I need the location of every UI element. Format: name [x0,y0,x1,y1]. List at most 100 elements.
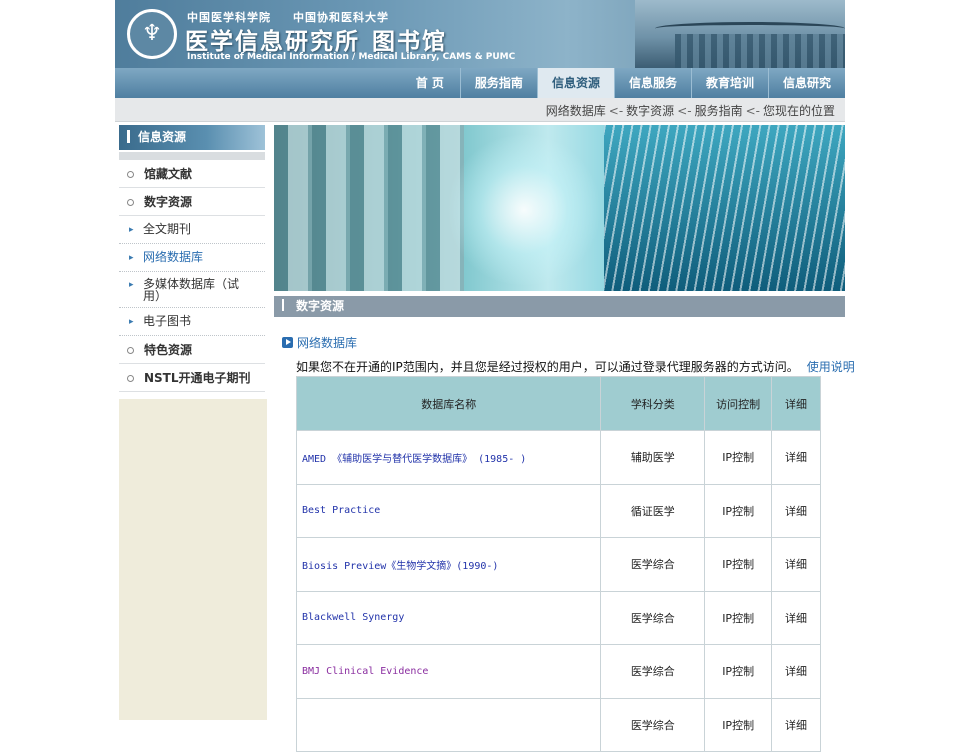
chevron-right-icon: ▸ [129,225,134,235]
nav-service-guide[interactable]: 服务指南 [459,68,537,98]
sidebar-title: 信息资源 [119,125,265,150]
nav-info-services[interactable]: 信息服务 [613,68,691,98]
table-row: 医学综合 IP控制 详细 [295,697,821,752]
database-link[interactable]: Blackwell Synergy [302,612,404,623]
database-name-cell: Best Practice [295,483,602,538]
sidebar-filler [119,399,267,720]
sidebar-item-special-resources[interactable]: 特色资源 [119,336,265,364]
circle-bullet-icon [127,171,134,178]
sidebar-item-label: 全文期刊 [143,222,192,236]
subject-cell: 医学综合 [600,537,706,592]
sidebar-item-label: 特色资源 [144,343,193,357]
database-link[interactable]: Best Practice [302,505,380,516]
nav-education-training[interactable]: 教育培训 [690,68,768,98]
column-header-access: 访问控制 [704,376,773,431]
access-cell: IP控制 [704,697,773,752]
detail-link[interactable]: 详细 [771,697,821,752]
database-table: 数据库名称 学科分类 访问控制 详细 AMED 《辅助医学与替代医学数据库》 (… [295,376,821,752]
nav-info-research[interactable]: 信息研究 [767,68,845,98]
table-row: Biosis Preview《生物学文摘》(1990-) 医学综合 IP控制 详… [295,537,821,592]
nav-items: 首 页 服务指南 信息资源 信息服务 教育培训 信息研究 [400,68,845,98]
breadcrumb-bar: 网络数据库 <- 数字资源 <- 服务指南 <- 您现在的位置 [115,98,845,122]
breadcrumb-service-guide[interactable]: 服务指南 [695,104,743,118]
database-name-cell: AMED 《辅助医学与替代医学数据库》 (1985- ) [295,430,602,485]
pagoda-image [635,0,845,68]
sidebar-divider [119,152,265,160]
sidebar-item-label: 电子图书 [143,314,192,328]
binary-code-graphic [604,125,845,291]
sidebar-item-label: 多媒体数据库（试用） [143,277,240,303]
access-cell: IP控制 [704,644,773,699]
database-link[interactable]: AMED 《辅助医学与替代医学数据库》 (1985- ) [302,454,526,465]
detail-link[interactable]: 详细 [771,483,821,538]
column-header-detail: 详细 [771,376,821,431]
subsection-heading: 网络数据库 [282,334,357,351]
sidebar: 信息资源 馆藏文献 数字资源 ▸ 全文期刊 ▸ 网络数据库 ▸ 多媒体数据库（试用） … [119,125,265,392]
detail-link[interactable]: 详细 [771,537,821,592]
hero-image [274,125,845,291]
notice-text: 如果您不在开通的IP范围内，并且您是经过授权的用户，可以通过登录代理服务器的方式… [296,360,799,374]
subject-cell: 辅助医学 [600,430,706,485]
table-row: Best Practice 循证医学 IP控制 详细 [295,483,821,538]
section-header: 数字资源 [274,296,845,317]
nav-home[interactable]: 首 页 [400,68,460,98]
chevron-right-icon: ▸ [129,280,134,290]
breadcrumb-separator: <- [745,104,760,118]
help-link[interactable]: 使用说明 [807,360,855,374]
detail-link[interactable]: 详细 [771,430,821,485]
breadcrumb-current-location: 您现在的位置 [762,104,835,118]
dna-glow-graphic [444,135,604,285]
access-cell: IP控制 [704,483,773,538]
server-racks-graphic [274,125,464,291]
access-cell: IP控制 [704,590,773,645]
subject-cell: 循证医学 [600,483,706,538]
database-name-cell: Biosis Preview《生物学文摘》(1990-) [295,537,602,592]
access-notice: 如果您不在开通的IP范围内，并且您是经过授权的用户，可以通过登录代理服务器的方式… [296,358,855,375]
sidebar-item-label: 网络数据库 [143,250,204,264]
table-row: BMJ Clinical Evidence 医学综合 IP控制 详细 [295,644,821,699]
sidebar-item-label: 数字资源 [144,195,193,209]
breadcrumb-network-databases[interactable]: 网络数据库 [546,104,606,118]
access-cell: IP控制 [704,430,773,485]
circle-bullet-icon [127,199,134,206]
database-link[interactable]: BMJ Clinical Evidence [302,666,428,677]
sidebar-item-collections[interactable]: 馆藏文献 [119,160,265,188]
sidebar-item-multimedia-databases[interactable]: ▸ 多媒体数据库（试用） [119,272,265,308]
chevron-right-icon: ▸ [129,253,134,263]
column-header-subject: 学科分类 [600,376,706,431]
sidebar-item-nstl-ejournals[interactable]: NSTL开通电子期刊 [119,364,265,392]
table-row: Blackwell Synergy 医学综合 IP控制 详细 [295,590,821,645]
sidebar-item-label: NSTL开通电子期刊 [144,371,251,385]
subject-cell: 医学综合 [600,590,706,645]
database-name-cell [295,697,602,752]
nav-info-resources[interactable]: 信息资源 [536,68,614,98]
sidebar-item-label: 馆藏文献 [144,167,193,181]
breadcrumb-digital-resources[interactable]: 数字资源 [626,104,674,118]
sidebar-item-fulltext-journals[interactable]: ▸ 全文期刊 [119,216,265,244]
circle-bullet-icon [127,375,134,382]
table-header-row: 数据库名称 学科分类 访问控制 详细 [295,376,821,431]
site-title: 医学信息研究所 图书馆 [185,22,447,56]
subsection-title: 网络数据库 [297,336,358,350]
column-header-name: 数据库名称 [295,376,602,431]
database-name-cell: BMJ Clinical Evidence [295,644,602,699]
sidebar-item-network-databases[interactable]: ▸ 网络数据库 [119,244,265,272]
subject-cell: 医学综合 [600,644,706,699]
main-nav: 首 页 服务指南 信息资源 信息服务 教育培训 信息研究 [115,68,845,98]
circle-bullet-icon [127,347,134,354]
sidebar-item-ebooks[interactable]: ▸ 电子图书 [119,308,265,336]
breadcrumb-separator: <- [608,104,624,118]
site-subtitle: Institute of Medical Information / Medic… [187,52,516,62]
sidebar-item-digital-resources[interactable]: 数字资源 [119,188,265,216]
subject-cell: 医学综合 [600,697,706,752]
play-arrow-icon [282,337,293,348]
institute-logo[interactable]: ♆ [127,9,177,59]
chevron-right-icon: ▸ [129,317,134,327]
detail-link[interactable]: 详细 [771,644,821,699]
table-row: AMED 《辅助医学与替代医学数据库》 (1985- ) 辅助医学 IP控制 详… [295,430,821,485]
breadcrumb: 网络数据库 <- 数字资源 <- 服务指南 <- 您现在的位置 [546,102,835,119]
page: ♆ 中国医学科学院 中国协和医科大学 医学信息研究所 图书馆 Institute o… [115,0,855,752]
database-link[interactable]: Biosis Preview《生物学文摘》(1990-) [302,561,498,572]
detail-link[interactable]: 详细 [771,590,821,645]
database-name-cell: Blackwell Synergy [295,590,602,645]
